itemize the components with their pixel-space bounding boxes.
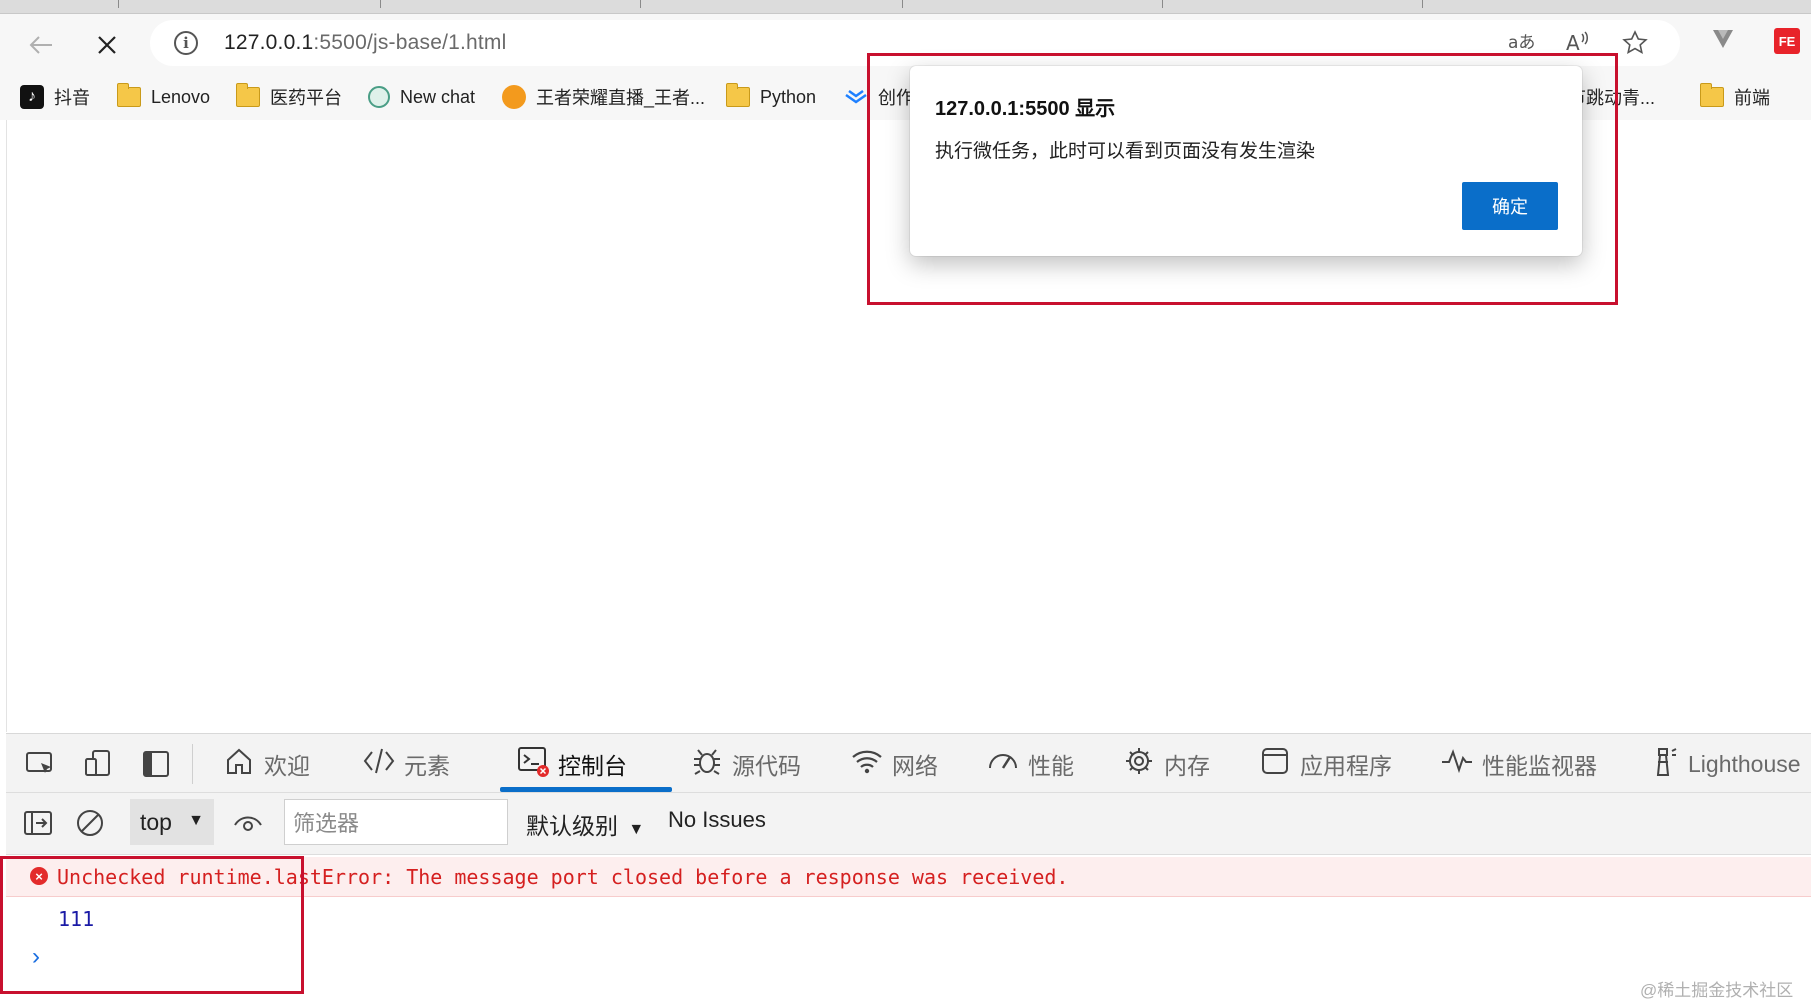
live-icon [502, 85, 526, 109]
application-icon [1258, 746, 1292, 783]
device-toolbar-icon[interactable] [82, 748, 114, 780]
tab-network[interactable]: 网络 [850, 746, 938, 782]
tab-label: 控制台 [558, 753, 627, 779]
tab-label: 源代码 [732, 753, 801, 779]
tab-elements[interactable]: 元素 [362, 746, 450, 782]
tab-label: 元素 [404, 753, 450, 779]
annotation-highlight-box [867, 53, 1618, 305]
star-icon[interactable] [1622, 30, 1648, 62]
tab-application[interactable]: 应用程序 [1258, 746, 1392, 782]
wifi-icon [850, 746, 884, 783]
dropdown-arrow-icon: ▼ [188, 812, 204, 829]
tab-divider [902, 0, 903, 8]
back-arrow-icon [29, 36, 52, 54]
bug-icon [690, 745, 724, 784]
tab-label: 欢迎 [264, 753, 310, 779]
bookmark-item[interactable]: 前端 [1700, 82, 1770, 112]
filter-placeholder: 筛选器 [293, 811, 360, 836]
console-toolbar: top ▼ 筛选器 默认级别 ▼ No Issues [6, 793, 1811, 855]
tab-divider [380, 0, 381, 8]
issues-counter[interactable]: No Issues [668, 807, 766, 833]
fe-extension-icon[interactable]: FE [1774, 28, 1800, 54]
tiktok-icon: ♪ [20, 85, 44, 109]
svg-text:aあ: aあ [1508, 33, 1535, 53]
tab-divider [640, 0, 641, 8]
home-icon [222, 746, 256, 783]
tab-lighthouse[interactable]: Lighthouse [1646, 746, 1801, 782]
inspect-element-icon[interactable] [24, 748, 56, 780]
bookmark-label: 王者荣耀直播_王者... [536, 88, 706, 108]
extension-icon[interactable] [1710, 26, 1736, 57]
tab-performance-monitor[interactable]: 性能监视器 [1440, 746, 1597, 782]
bookmark-item[interactable]: 王者荣耀直播_王者... [502, 82, 705, 112]
eye-icon[interactable] [232, 807, 264, 839]
gauge-icon [986, 746, 1020, 783]
close-icon [98, 36, 116, 54]
context-value: top [140, 808, 172, 835]
bookmark-label: 抖音 [54, 88, 90, 108]
folder-icon [117, 83, 141, 107]
levels-label: 默认级别 [526, 813, 618, 839]
tab-console[interactable]: 控制台 [516, 746, 627, 782]
tab-label: Lighthouse [1688, 750, 1801, 777]
filter-input[interactable]: 筛选器 [284, 799, 508, 845]
bookmark-label: 医药平台 [270, 88, 342, 108]
url-host: 127.0.0.1 [224, 31, 314, 54]
bookmark-item[interactable]: New chat [368, 82, 475, 112]
bookmark-item[interactable]: Lenovo [117, 82, 210, 112]
bookmark-label: New chat [400, 86, 476, 107]
folder-icon [726, 83, 750, 107]
watermark: @稀土掘金技术社区 [1640, 981, 1794, 1000]
address-url[interactable]: 127.0.0.1:5500/js-base/1.html [224, 31, 507, 55]
bookmark-label: Lenovo [151, 86, 211, 107]
console-icon [516, 745, 550, 784]
tab-divider [1162, 0, 1163, 8]
tab-sources[interactable]: 源代码 [690, 746, 801, 782]
tab-divider [1422, 0, 1423, 8]
dock-panel-icon[interactable] [140, 748, 172, 780]
bookmark-label: 前端 [1734, 88, 1770, 108]
bookmark-item[interactable]: ♪ 抖音 [20, 82, 90, 112]
devtools-tab-bar: 欢迎 元素 控制台 源代码 网络 性能 内存 应用程序 性能监视器 Lighth… [6, 733, 1811, 793]
lighthouse-icon [1646, 745, 1680, 784]
pulse-icon [1440, 746, 1474, 783]
tab-performance[interactable]: 性能 [986, 746, 1074, 782]
code-icon [362, 746, 396, 783]
svg-text:A: A [1566, 31, 1580, 54]
tab-divider [118, 0, 119, 8]
tab-memory[interactable]: 内存 [1122, 746, 1210, 782]
bookmark-item[interactable]: 医药平台 [236, 82, 342, 112]
back-button[interactable] [24, 28, 58, 62]
folder-icon [1700, 83, 1724, 107]
clear-console-icon[interactable] [74, 807, 106, 839]
sidebar-toggle-icon[interactable] [22, 807, 54, 839]
tab-label: 应用程序 [1300, 753, 1392, 779]
folder-icon [236, 83, 260, 107]
tab-label: 内存 [1164, 753, 1210, 779]
context-select[interactable]: top ▼ [130, 799, 214, 845]
log-levels-dropdown[interactable]: 默认级别 ▼ [526, 807, 644, 841]
divider [192, 744, 193, 784]
active-tab-indicator [500, 787, 672, 792]
tab-strip [0, 0, 1811, 14]
tab-label: 性能监视器 [1482, 753, 1597, 779]
juejin-icon [844, 87, 868, 107]
url-path: :5500/js-base/1.html [313, 31, 507, 54]
tab-welcome[interactable]: 欢迎 [222, 746, 310, 782]
site-info-icon[interactable]: i [174, 31, 198, 55]
tab-label: 性能 [1028, 753, 1074, 779]
chip-icon [1122, 745, 1156, 784]
bookmark-label: Python [760, 86, 817, 107]
tab-label: 网络 [892, 753, 938, 779]
stop-loading-button[interactable] [90, 28, 124, 62]
bookmark-item[interactable]: Python [726, 82, 816, 112]
dropdown-arrow-icon: ▼ [628, 821, 645, 838]
chatgpt-icon [368, 86, 390, 108]
annotation-highlight-box [0, 856, 304, 994]
